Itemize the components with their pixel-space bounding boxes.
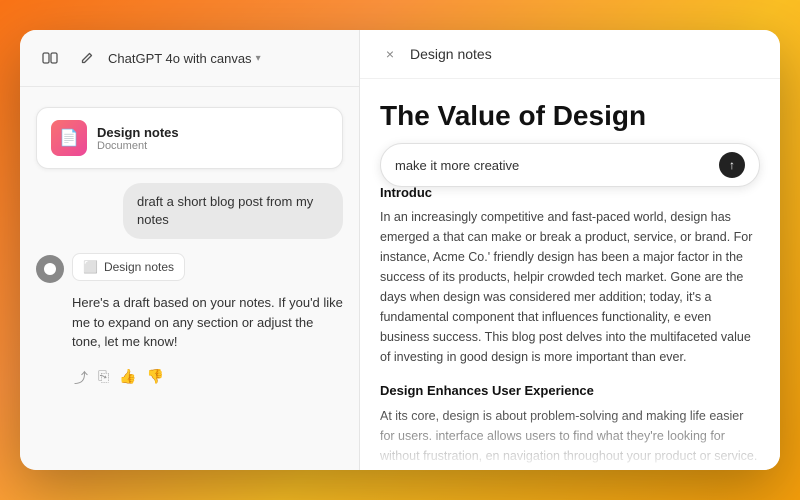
document-card[interactable]: 📄 Design notes Document (36, 107, 343, 169)
prompt-bar: make it more creative ↑ (380, 143, 760, 187)
close-button[interactable]: × (380, 44, 400, 64)
design-notes-ref-label: Design notes (104, 260, 174, 274)
send-icon: ↑ (729, 158, 735, 172)
chevron-down-icon: ▾ (256, 53, 261, 64)
right-header: × Design notes (360, 30, 780, 79)
user-message-text: draft a short blog post from my notes (137, 194, 313, 227)
document-type: Document (97, 140, 179, 152)
close-icon: × (386, 46, 394, 62)
assistant-ref-row: ⬜ Design notes (36, 253, 343, 283)
copy-icon[interactable]: ⎘ (96, 366, 111, 390)
feedback-row: ⤴ ⎘ 👍 👎 (36, 366, 343, 390)
right-panel: × Design notes The Value of Design make … (360, 30, 780, 470)
fade-overlay (360, 410, 780, 470)
intro-text: In an increasingly competitive and fast-… (380, 207, 760, 367)
thumbs-down-icon[interactable]: 👎 (145, 366, 166, 390)
left-panel: ChatGPT 4o with canvas ▾ 📄 Design notes … (20, 30, 360, 470)
document-icon: 📄 (51, 120, 87, 156)
user-message-bubble: draft a short blog post from my notes (123, 183, 343, 239)
panel-title: Design notes (410, 46, 492, 62)
model-name: ChatGPT 4o with canvas (108, 51, 252, 66)
model-selector[interactable]: ChatGPT 4o with canvas ▾ (108, 51, 261, 66)
send-button[interactable]: ↑ (719, 152, 745, 178)
left-header: ChatGPT 4o with canvas ▾ (20, 30, 359, 87)
assistant-avatar (36, 255, 64, 283)
prompt-text: make it more creative (395, 158, 519, 173)
design-notes-reference: ⬜ Design notes (72, 253, 185, 281)
edit-button[interactable] (72, 44, 100, 72)
left-content: 📄 Design notes Document draft a short bl… (20, 87, 359, 470)
share-icon[interactable]: ⤴ (72, 366, 90, 390)
blog-title: The Value of Design (380, 99, 760, 133)
sidebar-toggle-button[interactable] (36, 44, 64, 72)
doc-ref-icon: ⬜ (83, 260, 98, 274)
document-title: Design notes (97, 125, 179, 140)
assistant-section: ⬜ Design notes Here's a draft based on y… (36, 253, 343, 352)
main-container: ChatGPT 4o with canvas ▾ 📄 Design notes … (20, 30, 780, 470)
right-content: The Value of Design make it more creativ… (360, 79, 780, 470)
assistant-reply-text: Here's a draft based on your notes. If y… (72, 293, 343, 352)
document-info: Design notes Document (97, 125, 179, 152)
section1-heading: Design Enhances User Experience (380, 381, 760, 402)
thumbs-up-icon[interactable]: 👍 (117, 366, 138, 390)
